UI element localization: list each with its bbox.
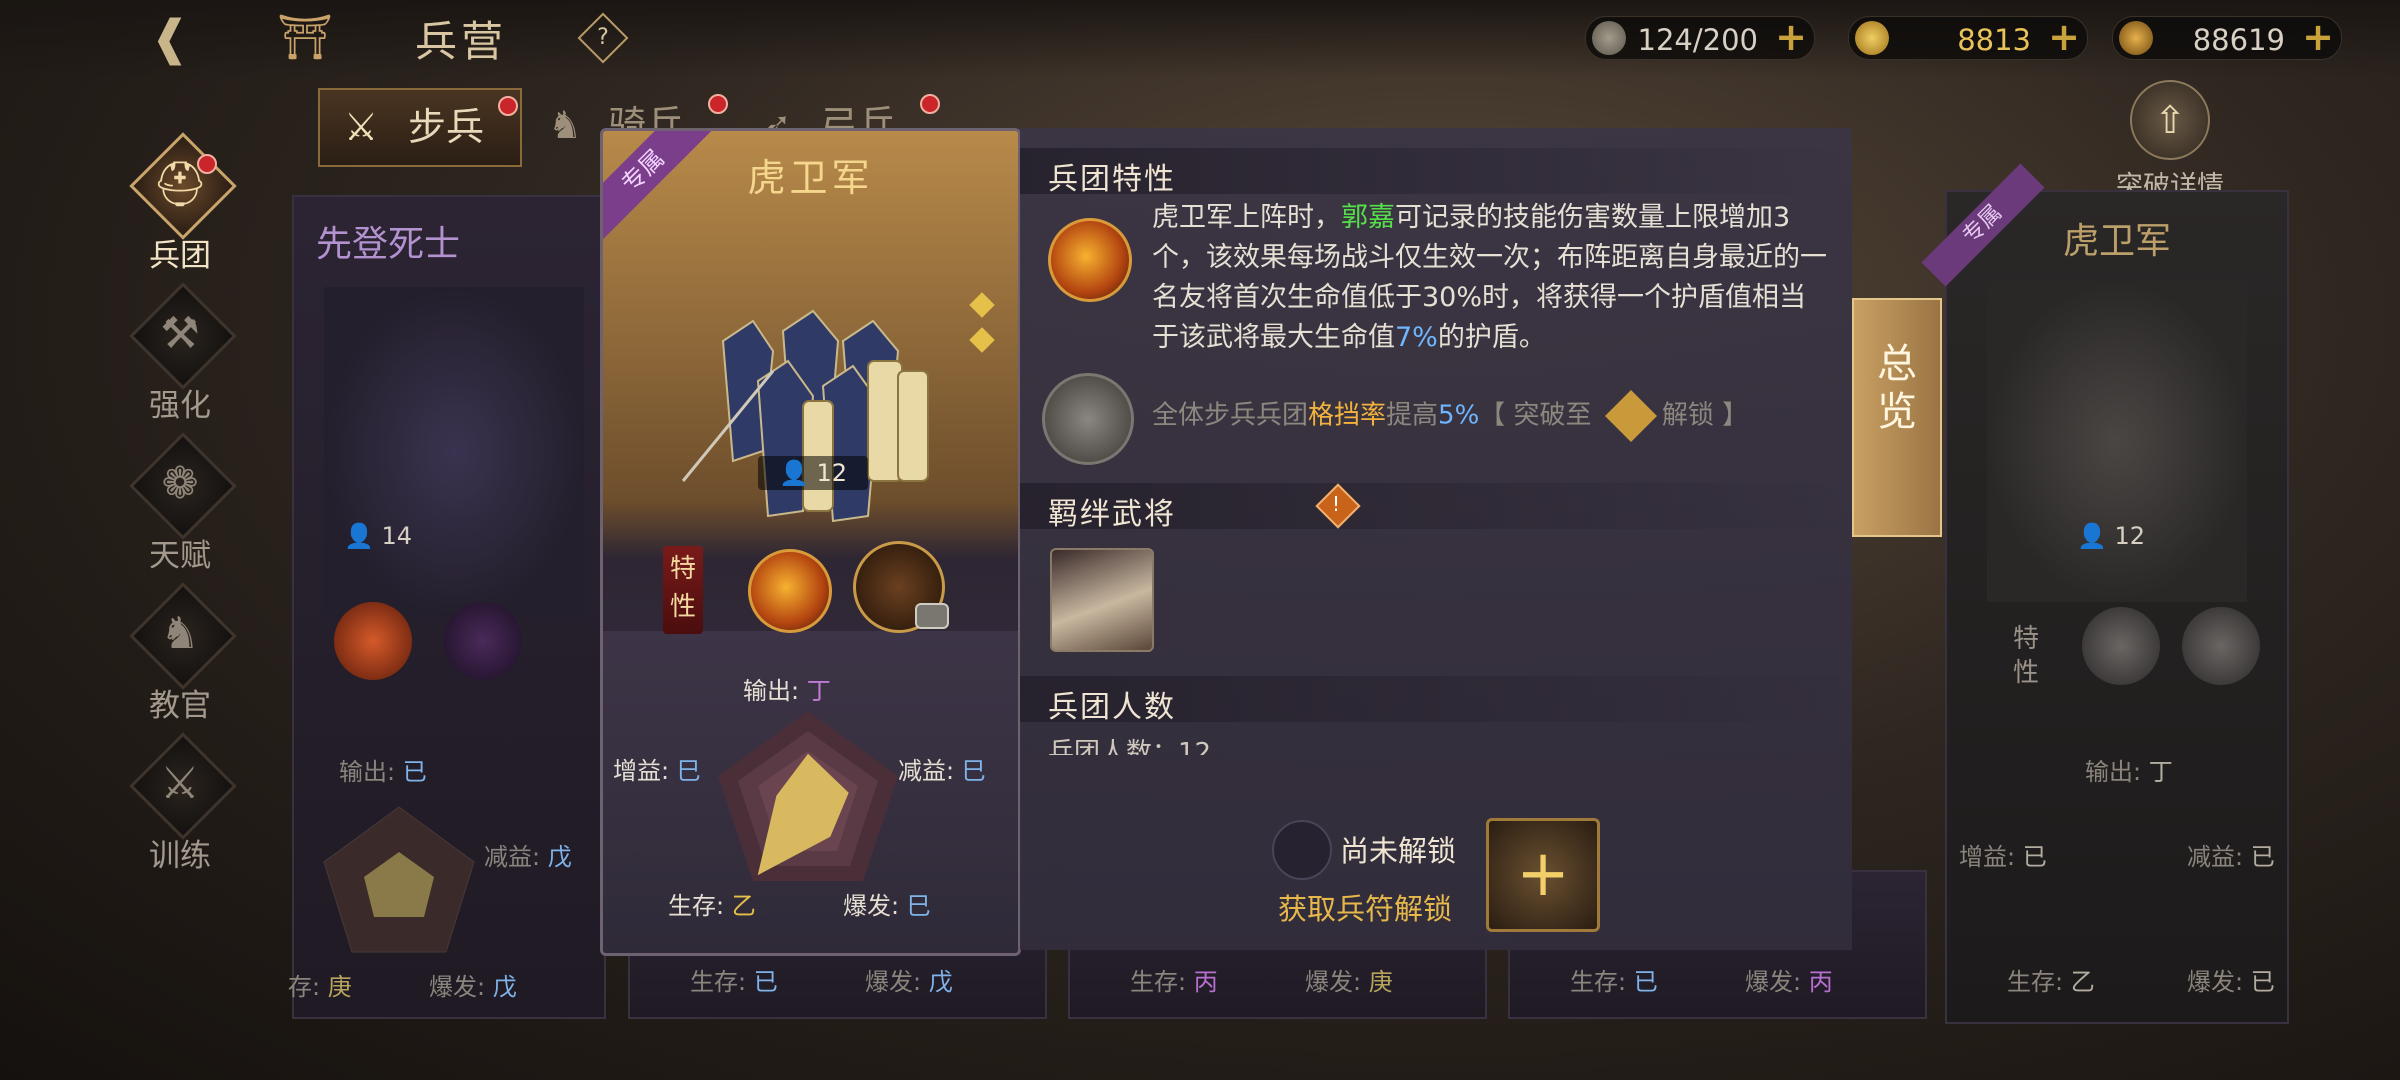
stat-burst: 爆发: 戊 xyxy=(429,973,517,1001)
passive-description: 全体步兵兵团格挡率提高5%【 突破至 解锁 】 xyxy=(1152,389,1832,443)
sidebar-item-instructor[interactable]: ♞ 教官 xyxy=(115,582,245,725)
tab-infantry[interactable]: ⚔ 步兵 xyxy=(318,88,522,167)
lock-icon xyxy=(915,603,949,629)
horse-icon: ♞ xyxy=(548,103,583,147)
breakthrough-rank-icon xyxy=(1604,389,1657,443)
troop-card-pioneer[interactable]: 先登死士 👤 14 输出: 已 减益: 戊 存: 庚 爆发: 戊 xyxy=(288,195,606,1019)
notification-dot xyxy=(498,96,518,116)
helmet-icon: ⛑ xyxy=(152,159,208,210)
sidebar-item-label: 教官 xyxy=(149,688,211,724)
plus-icon: + xyxy=(1516,837,1570,911)
gold-ingot-icon xyxy=(1855,21,1889,55)
locked-passive-icon xyxy=(1042,373,1134,465)
skill-icon xyxy=(334,602,412,680)
breakthrough-detail-button[interactable]: ⇧ 突破详情 xyxy=(2110,80,2230,203)
troop-size-text: 兵团人数：12 xyxy=(1048,738,1212,755)
talent-icon: ❁ xyxy=(161,458,199,509)
sidebar-item-enhance[interactable]: ⚒ 强化 xyxy=(115,282,245,425)
card-name: 先登死士 xyxy=(316,224,461,265)
stat-output-label: 输出: 丁 xyxy=(743,677,831,705)
add-stamina-button[interactable]: + xyxy=(1774,18,1808,56)
overview-tab[interactable]: 总览 xyxy=(1852,298,1942,537)
instructor-icon: ♞ xyxy=(160,608,200,659)
stat-radar xyxy=(323,806,475,953)
troop-card-tiger-guard-dim[interactable]: 专属 虎卫军 👤 12 特性 输出: 丁 增益: 已 减益: 已 生存: 乙 爆… xyxy=(1921,163,2289,1024)
barracks-icon: ⛩ xyxy=(277,12,333,63)
section-header-bond: 羁绊武将 xyxy=(1020,483,1852,532)
up-arrow-icon: ⇧ xyxy=(2130,80,2210,160)
troop-token-add-button[interactable]: + xyxy=(1486,818,1600,932)
lock-icon xyxy=(1272,820,1332,880)
stat-survive: 存: 庚 xyxy=(288,973,352,1001)
skill-icon xyxy=(2182,607,2260,685)
skill-icon xyxy=(444,602,522,680)
card-name: 虎卫军 xyxy=(747,156,874,200)
star-gem-icon xyxy=(969,292,995,318)
fire-shield-skill-icon xyxy=(1048,218,1132,302)
add-copper-button[interactable]: + xyxy=(2301,18,2335,56)
troop-details-panel: 兵团特性 虎卫军上阵时，郭嘉可记录的技能伤害数量上限增加3个，该效果每场战斗仅生… xyxy=(1020,128,1852,950)
star-gem-icon xyxy=(969,327,995,353)
help-icon: ? xyxy=(597,25,609,50)
spear-icon: ⚔ xyxy=(344,105,379,149)
sidebar-item-troops[interactable]: ⛑ 兵团 xyxy=(115,132,245,275)
copper-value: 88619 xyxy=(2192,23,2285,57)
stat-debuff: 减益: 戊 xyxy=(484,843,572,871)
sidebar-item-label: 训练 xyxy=(149,838,211,874)
sidebar-item-label: 兵团 xyxy=(149,238,211,274)
stat-debuff-label: 减益: 巳 xyxy=(898,757,986,785)
trait-tag: 特性 xyxy=(663,546,703,634)
troop-count: 👤 14 xyxy=(344,522,413,550)
troop-illustration xyxy=(324,287,584,617)
notification-dot xyxy=(197,154,217,174)
trait-tag: 特性 xyxy=(2013,624,2040,688)
radar-chart xyxy=(718,711,898,881)
sidebar-item-label: 天赋 xyxy=(149,538,211,574)
trait-description: 虎卫军上阵时，郭嘉可记录的技能伤害数量上限增加3个，该效果每场战斗仅生效一次；布… xyxy=(1152,202,1827,353)
gold-value: 8813 xyxy=(1957,23,2031,57)
troop-illustration xyxy=(1987,282,2247,602)
gold-counter: 8813 + xyxy=(1848,16,2088,60)
stamina-icon xyxy=(1592,21,1626,55)
stamina-value: 124/200 xyxy=(1637,23,1758,57)
stat-buff-label: 增益: 巳 xyxy=(613,757,701,785)
general-portrait-guojia[interactable] xyxy=(1050,548,1154,652)
copper-counter: 88619 + xyxy=(2112,16,2342,60)
section-header-trait: 兵团特性 xyxy=(1020,148,1852,197)
sidebar-item-label: 强化 xyxy=(149,388,211,424)
back-arrow-icon[interactable]: ❰ xyxy=(135,10,205,66)
sidebar-item-training[interactable]: ⚔ 训练 xyxy=(115,732,245,875)
troop-illustration xyxy=(681,309,929,523)
page-title: 兵营 xyxy=(415,17,508,66)
notification-dot xyxy=(708,94,728,114)
card-name: 虎卫军 xyxy=(2062,221,2171,262)
anvil-icon: ⚒ xyxy=(160,308,200,359)
section-header-size: 兵团人数 xyxy=(1020,676,1852,725)
notification-dot xyxy=(920,94,940,114)
troop-card-tiger-guard: 专属 虎卫军 👤 12 特性 输出: 丁 增益: 巳 减益: 巳 生存: 乙 爆… xyxy=(600,128,1021,956)
sidebar-item-talent[interactable]: ❁ 天赋 xyxy=(115,432,245,575)
stamina-counter: 124/200 + xyxy=(1585,16,1815,60)
stat-output: 输出: 已 xyxy=(339,758,427,786)
locked-status: 尚未解锁 xyxy=(1340,834,1457,868)
tab-label: 步兵 xyxy=(408,105,485,149)
stat-radar: 输出: 丁 增益: 巳 减益: 巳 生存: 乙 爆发: 巳 xyxy=(603,671,1018,953)
crossed-swords-icon: ⚔ xyxy=(160,758,200,809)
stat-survive-label: 生存: 乙 xyxy=(668,892,756,920)
unlock-link[interactable]: 获取兵符解锁 xyxy=(1278,886,1452,928)
skill-icon xyxy=(2082,607,2160,685)
troop-count: 👤 12 xyxy=(2077,522,2146,550)
stat-burst-label: 爆发: 巳 xyxy=(843,892,931,920)
add-gold-button[interactable]: + xyxy=(2047,18,2081,56)
fire-shield-skill-icon[interactable] xyxy=(748,549,832,633)
copper-coin-icon xyxy=(2119,21,2153,55)
troop-count: 👤 12 xyxy=(758,456,868,490)
